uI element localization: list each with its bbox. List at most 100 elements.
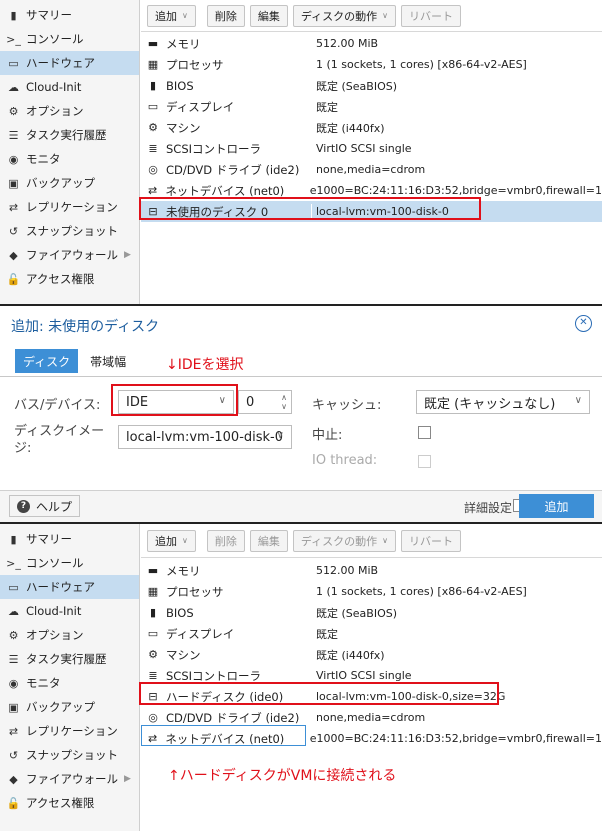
disk-image-value: local-lvm:vm-100-disk-0 (126, 429, 284, 445)
hardware-list: ▬ メモリ 512.00 MiB ▦ プロセッサ 1 (1 sockets, 1 core… (141, 32, 602, 222)
sidebar-item-label: バックアップ (26, 700, 95, 714)
io-thread-checkbox[interactable] (418, 455, 431, 468)
hardware-panel-after: ▮ サマリー >_ コンソール ▭ ハードウェア ☁ Cloud-Init ⚙ オプション ☰ タスク… (0, 524, 602, 831)
edit-button[interactable]: 編集 (249, 529, 288, 552)
hardware-row-value: 既定 (316, 100, 338, 114)
sidebar-item-10[interactable]: ◆ ファイアウォール ▶ (0, 243, 139, 267)
hardware-row[interactable]: ≣ SCSIコントローラ VirtIO SCSI single (141, 665, 602, 686)
sidebar-item-10[interactable]: ◆ ファイアウォール ▶ (0, 767, 139, 791)
hardware-row-label: プロセッサ (166, 584, 224, 599)
dialog-title: 追加: 未使用のディスク (11, 319, 160, 335)
hardware-row[interactable]: ◎ CD/DVD ドライブ (ide2) none,media=cdrom (141, 159, 602, 180)
hardware-row[interactable]: ▭ ディスプレイ 既定 (141, 96, 602, 117)
hardware-row-label: CD/DVD ドライブ (ide2) (166, 162, 300, 177)
sidebar-item-9[interactable]: ↺ スナップショット (0, 219, 139, 243)
sidebar-item-label: スナップショット (26, 224, 118, 238)
sidebar-item-0[interactable]: ▮ サマリー (0, 3, 139, 27)
disk-action-button[interactable]: ディスクの動作 ∨ (292, 4, 396, 27)
sidebar-item-4[interactable]: ⚙ オプション (0, 623, 139, 647)
disk-image-label: ディスクイメージ: (14, 424, 105, 456)
hardware-row[interactable]: ⇄ ネットデバイス (net0) e1000=BC:24:11:16:D3:52,b… (141, 728, 602, 749)
disk-action-button[interactable]: ディスクの動作 ∨ (292, 529, 396, 552)
desktop-icon: ▭ (147, 100, 159, 113)
edit-button[interactable]: 編集 (249, 4, 288, 27)
tab-divider (0, 376, 602, 377)
hardware-row-value: local-lvm:vm-100-disk-0 (316, 205, 449, 218)
add-button[interactable]: 追加 ∨ (147, 4, 196, 27)
hardware-row[interactable]: ▬ メモリ 512.00 MiB (141, 560, 602, 581)
sidebar-item-2[interactable]: ▭ ハードウェア (0, 51, 139, 75)
gear-icon: ⚙ (8, 628, 19, 642)
sidebar-item-7[interactable]: ▣ バックアップ (0, 695, 139, 719)
hardware-row[interactable]: ▮ BIOS 既定 (SeaBIOS) (141, 602, 602, 623)
delete-button[interactable]: 削除 (206, 529, 245, 552)
spinner-arrows-icon[interactable]: ∧ ∨ (281, 393, 287, 411)
add-button[interactable]: 追加 ∨ (147, 529, 196, 552)
revert-button[interactable]: リバート (400, 4, 461, 27)
sidebar-item-5[interactable]: ☰ タスク実行履歴 (0, 647, 139, 671)
hardware-list: ▬ メモリ 512.00 MiB ▦ プロセッサ 1 (1 sockets, 1 core… (141, 558, 602, 749)
network-icon: ⇄ (148, 184, 158, 197)
help-button[interactable]: ? ヘルプ (9, 495, 81, 517)
hardware-row-label: ハードディスク (ide0) (166, 689, 284, 704)
sidebar-item-6[interactable]: ◉ モニタ (0, 147, 139, 171)
hardware-row[interactable]: ▮ BIOS 既定 (SeaBIOS) (141, 75, 602, 96)
hardware-row-value: 既定 (316, 627, 338, 641)
sidebar-item-0[interactable]: ▮ サマリー (0, 527, 139, 551)
sidebar-item-8[interactable]: ⇄ レプリケーション (0, 719, 139, 743)
hardware-row[interactable]: ⚙ マシン 既定 (i440fx) (141, 644, 602, 665)
hardware-row-value: 512.00 MiB (316, 564, 379, 577)
sidebar-item-11[interactable]: 🔓 アクセス権限 (0, 267, 139, 291)
revert-button[interactable]: リバート (400, 529, 461, 552)
annotation-select-ide: ↓IDEを選択 (166, 357, 244, 373)
database-icon: ≣ (148, 669, 158, 682)
hardware-row-label: SCSIコントローラ (166, 141, 262, 156)
sidebar-item-2[interactable]: ▭ ハードウェア (0, 575, 139, 599)
hardware-row-label: メモリ (166, 36, 201, 51)
sidebar-item-1[interactable]: >_ コンソール (0, 27, 139, 51)
hardware-row[interactable]: ▬ メモリ 512.00 MiB (141, 33, 602, 54)
sidebar-item-1[interactable]: >_ コンソール (0, 551, 139, 575)
eye-icon: ◉ (8, 152, 19, 166)
sidebar-item-11[interactable]: 🔓 アクセス権限 (0, 791, 139, 815)
close-icon[interactable]: ✕ (575, 315, 592, 332)
hardware-row[interactable]: ⇄ ネットデバイス (net0) e1000=BC:24:11:16:D3:52,b… (141, 180, 602, 201)
hardware-row[interactable]: ⚙ マシン 既定 (i440fx) (141, 117, 602, 138)
sidebar-item-9[interactable]: ↺ スナップショット (0, 743, 139, 767)
hardware-row[interactable]: ⊟ ハードディスク (ide0) local-lvm:vm-100-disk-0,s… (141, 686, 602, 707)
database-icon: ≣ (148, 142, 158, 155)
discard-checkbox[interactable] (418, 426, 431, 439)
gear-icon: ⚙ (8, 104, 19, 118)
sidebar-item-6[interactable]: ◉ モニタ (0, 671, 139, 695)
hardware-row[interactable]: ◎ CD/DVD ドライブ (ide2) none,media=cdrom (141, 707, 602, 728)
sidebar-item-3[interactable]: ☁ Cloud-Init (0, 599, 139, 623)
sidebar-item-7[interactable]: ▣ バックアップ (0, 171, 139, 195)
advanced-label: 詳細設定 (463, 501, 512, 515)
delete-button[interactable]: 削除 (206, 4, 245, 27)
floppy-icon: ▣ (8, 176, 19, 190)
dialog-footer: ? ヘルプ 詳細設定 追加 (0, 490, 602, 522)
sidebar-item-8[interactable]: ⇄ レプリケーション (0, 195, 139, 219)
sidebar-item-5[interactable]: ☰ タスク実行履歴 (0, 123, 139, 147)
hardware-row[interactable]: ≣ SCSIコントローラ VirtIO SCSI single (141, 138, 602, 159)
bus-select[interactable]: IDE ∨ (118, 390, 234, 414)
cogs-icon: ⚙ (148, 121, 158, 134)
hardware-row-value: 512.00 MiB (316, 37, 379, 50)
device-number-spinner[interactable]: 0 ∧ ∨ (238, 390, 292, 414)
sidebar-item-3[interactable]: ☁ Cloud-Init (0, 75, 139, 99)
hardware-row[interactable]: ▭ ディスプレイ 既定 (141, 623, 602, 644)
hardware-row-label: SCSIコントローラ (166, 668, 262, 683)
cdrom-icon: ◎ (148, 711, 158, 724)
hardware-row[interactable]: ⊟ 未使用のディスク 0 local-lvm:vm-100-disk-0 (141, 201, 602, 222)
hardware-row-label: CD/DVD ドライブ (ide2) (166, 710, 300, 725)
cache-select[interactable]: 既定 (キャッシュなし) ∨ (416, 390, 590, 414)
dialog-add-button[interactable]: 追加 (519, 494, 594, 518)
hardware-row[interactable]: ▦ プロセッサ 1 (1 sockets, 1 cores) [x86-64-v2-… (141, 581, 602, 602)
sidebar-item-label: ファイアウォール (26, 248, 118, 262)
cloud-icon: ☁ (8, 80, 19, 94)
sidebar-item-4[interactable]: ⚙ オプション (0, 99, 139, 123)
tab-disk[interactable]: ディスク (15, 349, 79, 373)
hardware-row[interactable]: ▦ プロセッサ 1 (1 sockets, 1 cores) [x86-64-v2-… (141, 54, 602, 75)
disk-image-select[interactable]: local-lvm:vm-100-disk-0 ∨ (118, 425, 292, 449)
tab-bandwidth[interactable]: 帯域幅 (82, 349, 134, 373)
